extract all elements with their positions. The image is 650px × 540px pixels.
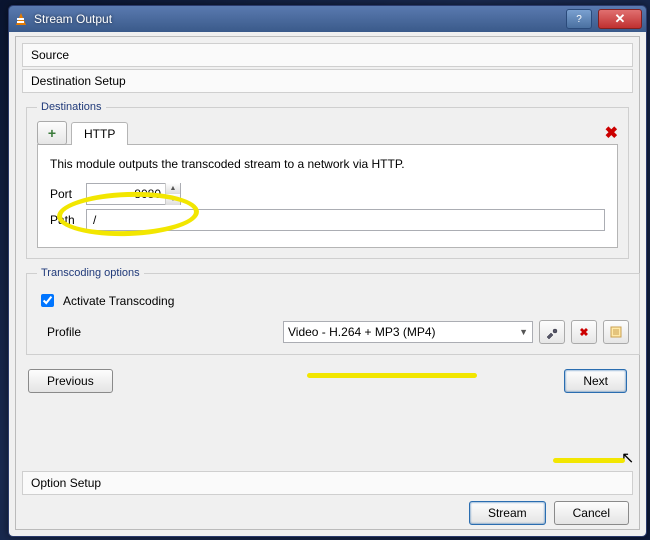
option-setup-header[interactable]: Option Setup — [22, 471, 633, 495]
previous-button[interactable]: Previous — [28, 369, 113, 393]
profile-label: Profile — [37, 325, 97, 339]
dialog-buttons: Stream Cancel — [469, 501, 629, 525]
path-row: Path — [50, 209, 605, 231]
port-row: Port ▲ ▼ — [50, 183, 605, 205]
transcoding-group: Transcoding options Activate Transcoding… — [26, 267, 640, 355]
path-input[interactable] — [86, 209, 605, 231]
new-profile-button[interactable] — [603, 320, 629, 344]
wizard-nav: Previous Next — [16, 363, 639, 399]
http-description: This module outputs the transcoded strea… — [50, 157, 605, 171]
cancel-button[interactable]: Cancel — [554, 501, 629, 525]
help-button[interactable]: ? — [566, 9, 592, 29]
activate-transcoding-row: Activate Transcoding — [37, 291, 629, 310]
next-button[interactable]: Next — [564, 369, 627, 393]
activate-transcoding-label: Activate Transcoding — [63, 294, 174, 308]
source-section-header[interactable]: Source — [22, 43, 633, 67]
remove-destination-button[interactable]: ✖ — [605, 123, 618, 143]
http-tab-pane: This module outputs the transcoded strea… — [37, 144, 618, 248]
titlebar[interactable]: Stream Output ? ✕ — [9, 6, 646, 32]
vlc-cone-icon — [13, 12, 28, 27]
dialog-window: Stream Output ? ✕ Source Destination Set… — [8, 5, 647, 537]
profile-combobox[interactable]: Video - H.264 + MP3 (MP4) ▼ — [283, 321, 533, 343]
destination-setup-header[interactable]: Destination Setup — [22, 69, 633, 93]
port-step-down[interactable]: ▼ — [166, 194, 180, 205]
tools-icon — [545, 325, 559, 339]
profile-selected: Video - H.264 + MP3 (MP4) — [288, 325, 436, 339]
add-destination-button[interactable]: + — [37, 121, 67, 145]
path-label: Path — [50, 213, 80, 227]
stream-button[interactable]: Stream — [469, 501, 546, 525]
profile-row: Profile Video - H.264 + MP3 (MP4) ▼ ✖ — [37, 320, 629, 344]
chevron-down-icon: ▼ — [519, 327, 528, 337]
port-step-up[interactable]: ▲ — [166, 183, 180, 194]
port-label: Port — [50, 187, 80, 201]
window-title: Stream Output — [34, 12, 560, 26]
client-area: Source Destination Setup Destinations + … — [15, 36, 640, 530]
delete-profile-button[interactable]: ✖ — [571, 320, 597, 344]
activate-transcoding-checkbox[interactable] — [41, 294, 54, 307]
destination-tabs: + HTTP ✖ — [37, 121, 618, 145]
destinations-group: Destinations + HTTP ✖ This module output… — [26, 101, 629, 259]
transcoding-legend: Transcoding options — [37, 267, 144, 279]
port-spinner[interactable]: ▲ ▼ — [86, 183, 181, 205]
new-profile-icon — [609, 325, 623, 339]
destinations-legend: Destinations — [37, 101, 106, 113]
edit-profile-button[interactable] — [539, 320, 565, 344]
tab-http[interactable]: HTTP — [71, 122, 128, 145]
close-window-button[interactable]: ✕ — [598, 9, 642, 29]
port-input[interactable] — [87, 187, 165, 201]
